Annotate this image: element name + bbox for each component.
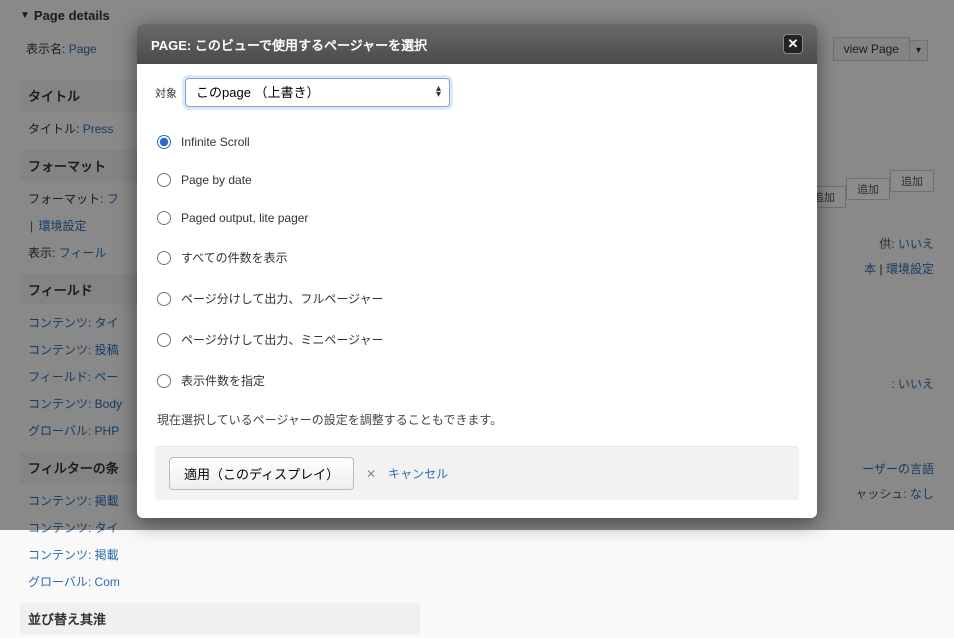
radio-input[interactable] <box>157 211 171 225</box>
radio-input[interactable] <box>157 173 171 187</box>
radio-label: ページ分けして出力、フルページャー <box>181 290 384 307</box>
select-arrows-icon: ▴▾ <box>436 86 449 98</box>
target-select[interactable]: このpage （上書き） <box>186 79 436 106</box>
filter-item[interactable]: グローバル: Com <box>28 575 120 589</box>
radio-specify-count[interactable]: 表示件数を指定 <box>155 360 799 401</box>
radio-lite-pager[interactable]: Paged output, lite pager <box>155 199 799 237</box>
radio-input[interactable] <box>157 374 171 388</box>
modal-overlay: PAGE: このビューで使用するページャーを選択 ✕ 対象 このpage （上書… <box>0 0 954 530</box>
radio-label: Paged output, lite pager <box>181 211 308 225</box>
target-select-wrap[interactable]: このpage （上書き） ▴▾ <box>185 78 450 107</box>
cancel-link[interactable]: キャンセル <box>388 465 448 482</box>
close-icon[interactable]: ✕ <box>783 34 803 54</box>
radio-label: ページ分けして出力、ミニページャー <box>181 331 384 348</box>
modal-title: PAGE: このビューで使用するページャーを選択 <box>151 35 427 54</box>
radio-label: Page by date <box>181 173 252 187</box>
filter-item[interactable]: コンテンツ: 掲載 <box>28 548 119 562</box>
helper-text: 現在選択しているページャーの設定を調整することもできます。 <box>155 405 799 440</box>
cancel-x-icon: ✕ <box>366 467 376 481</box>
radio-input[interactable] <box>157 251 171 265</box>
radio-input[interactable] <box>157 333 171 347</box>
radio-input[interactable] <box>157 292 171 306</box>
radio-show-all[interactable]: すべての件数を表示 <box>155 237 799 278</box>
radio-label: Infinite Scroll <box>181 135 250 149</box>
apply-button[interactable]: 適用（このディスプレイ） <box>169 457 354 490</box>
radio-input[interactable] <box>157 135 171 149</box>
radio-label: すべての件数を表示 <box>181 249 288 266</box>
radio-page-by-date[interactable]: Page by date <box>155 161 799 199</box>
section-sort-heading: 並び替え其淮 <box>20 603 420 634</box>
target-label: 対象 <box>155 85 177 101</box>
radio-full-pager[interactable]: ページ分けして出力、フルページャー <box>155 278 799 319</box>
radio-infinite-scroll[interactable]: Infinite Scroll <box>155 123 799 161</box>
pager-modal: PAGE: このビューで使用するページャーを選択 ✕ 対象 このpage （上書… <box>137 24 817 518</box>
radio-label: 表示件数を指定 <box>181 372 265 389</box>
pager-radio-group: Infinite Scroll Page by date Paged outpu… <box>155 123 799 401</box>
radio-mini-pager[interactable]: ページ分けして出力、ミニページャー <box>155 319 799 360</box>
